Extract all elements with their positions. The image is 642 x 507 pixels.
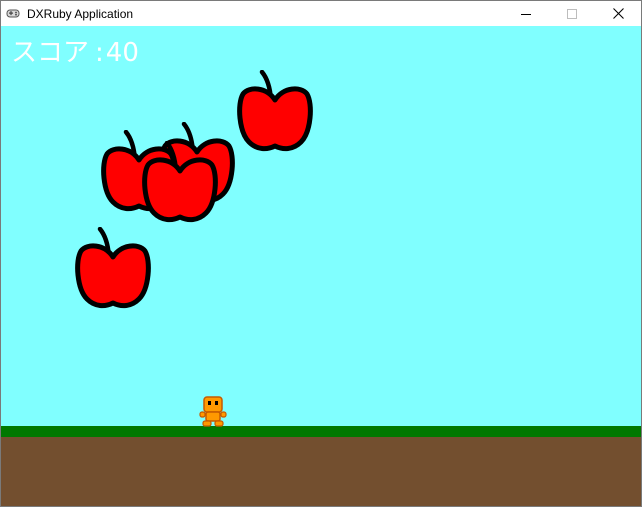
apple-sprite — [142, 141, 218, 223]
ground — [1, 437, 641, 506]
close-icon — [612, 8, 624, 19]
maximize-icon — [567, 8, 577, 19]
gamepad-icon — [6, 9, 20, 18]
title-bar[interactable]: DXRuby Application — [1, 1, 641, 26]
close-button[interactable] — [595, 1, 641, 26]
score-display: スコア:40 — [11, 38, 139, 68]
game-canvas[interactable]: スコア:40 — [1, 26, 641, 506]
maximize-button[interactable] — [549, 1, 595, 26]
minimize-button[interactable] — [503, 1, 549, 26]
score-separator: : — [95, 38, 104, 68]
score-label: スコア — [11, 38, 90, 68]
minimize-icon — [521, 13, 531, 15]
apple-sprite — [237, 70, 313, 152]
player-character[interactable] — [199, 396, 227, 428]
apple-sprite — [75, 227, 151, 309]
window-title: DXRuby Application — [27, 7, 134, 21]
app-window: DXRuby Application スコア:40 — [0, 0, 642, 507]
score-value: 40 — [105, 38, 139, 68]
grass-strip — [1, 426, 641, 437]
